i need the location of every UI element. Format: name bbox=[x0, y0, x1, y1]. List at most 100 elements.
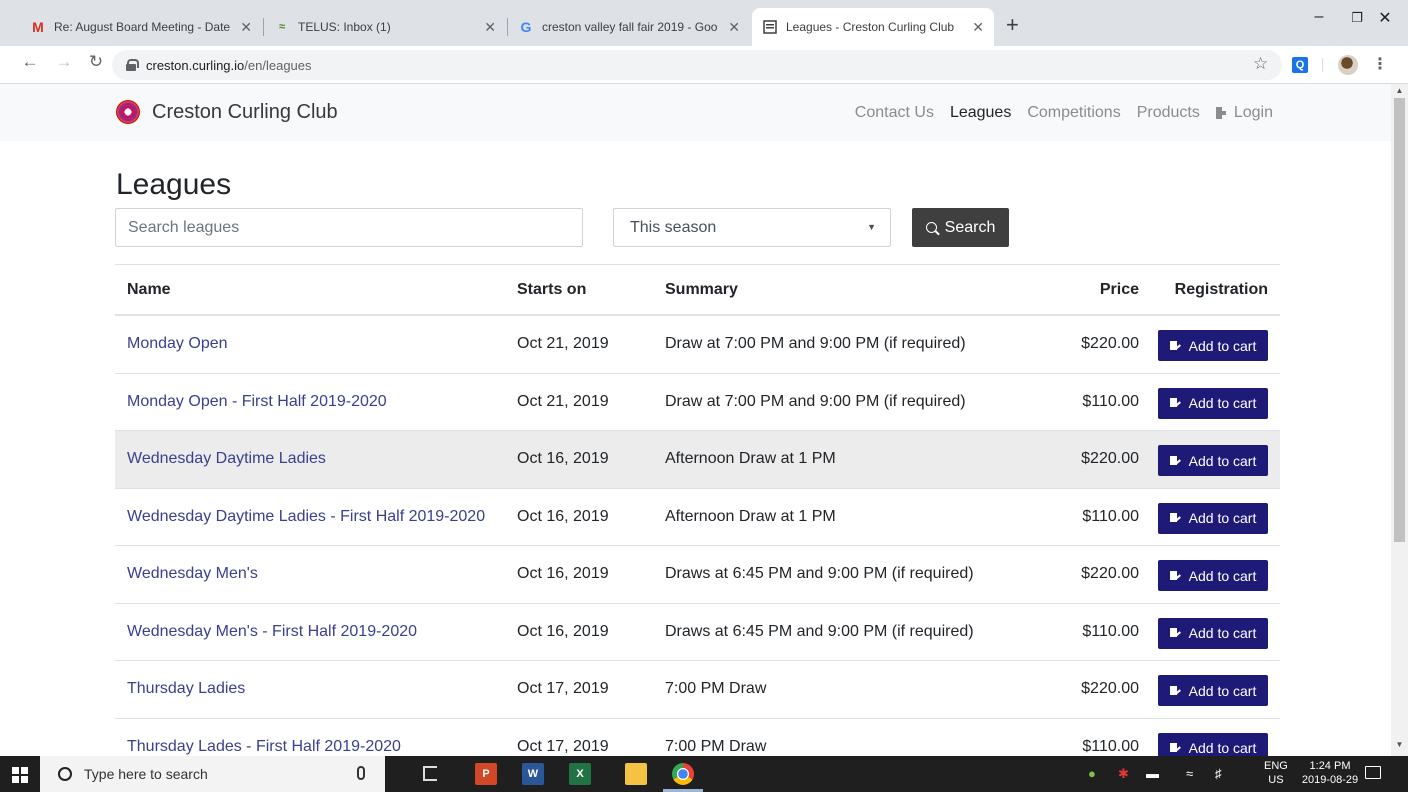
profile-avatar[interactable] bbox=[1338, 55, 1358, 75]
google-icon: G bbox=[520, 19, 532, 35]
url-path: /en/leagues bbox=[244, 57, 312, 73]
page-viewport: Creston Curling Club Contact Us Leagues … bbox=[0, 84, 1391, 756]
taskbar-search-box[interactable]: Type here to search bbox=[40, 756, 385, 792]
telus-icon: ≈ bbox=[278, 21, 286, 33]
add-to-cart-button[interactable]: Add to cart bbox=[1158, 445, 1268, 477]
menu-kebab-icon[interactable]: ⋮ bbox=[1372, 54, 1388, 74]
header-name: Name bbox=[127, 280, 171, 298]
add-to-cart-label: Add to cart bbox=[1188, 452, 1257, 469]
search-button[interactable]: Search bbox=[912, 208, 1009, 247]
price-cell: $220.00 bbox=[1081, 335, 1139, 353]
nav-competitions[interactable]: Competitions bbox=[1027, 104, 1120, 122]
registration-cell: Add to cart bbox=[1141, 500, 1280, 534]
add-to-cart-label: Add to cart bbox=[1188, 395, 1257, 412]
tab-leagues[interactable]: Leagues - Creston Curling Club ✕ bbox=[752, 8, 994, 46]
browser-tab-strip: M Re: August Board Meeting - Date ✕ ≈ TE… bbox=[0, 0, 1408, 46]
league-name-link[interactable]: Wednesday Daytime Ladies bbox=[115, 450, 505, 468]
powerpoint-icon[interactable]: P bbox=[475, 763, 497, 785]
excel-icon[interactable]: X bbox=[569, 763, 591, 785]
league-name-link[interactable]: Wednesday Men's bbox=[115, 565, 505, 583]
season-select-value: This season bbox=[630, 218, 717, 236]
input-language[interactable]: ENG US bbox=[1264, 759, 1288, 787]
windows-taskbar: Type here to search P W X ● ✱ ▬ ≈ ♯ ENG … bbox=[0, 756, 1408, 792]
word-icon[interactable]: W bbox=[522, 763, 544, 785]
forward-icon[interactable]: → bbox=[52, 52, 76, 72]
add-to-cart-button[interactable]: Add to cart bbox=[1158, 330, 1268, 362]
add-to-cart-label: Add to cart bbox=[1188, 740, 1257, 756]
extension-icon[interactable]: Q bbox=[1292, 57, 1308, 73]
nav-products[interactable]: Products bbox=[1137, 104, 1200, 122]
cart-add-icon bbox=[1169, 743, 1181, 753]
table-row: Monday Open - First Half 2019-2020 Oct 2… bbox=[115, 374, 1280, 431]
league-name-link[interactable]: Monday Open - First Half 2019-2020 bbox=[115, 393, 505, 411]
microphone-icon[interactable] bbox=[357, 766, 365, 780]
close-tab-icon[interactable]: ✕ bbox=[484, 19, 496, 36]
file-explorer-icon[interactable] bbox=[625, 763, 647, 785]
header-starts-on: Starts on bbox=[517, 280, 587, 298]
nav-login[interactable]: Login bbox=[1215, 104, 1273, 122]
registration-cell: Add to cart bbox=[1141, 385, 1280, 419]
search-leagues-input[interactable] bbox=[115, 208, 583, 247]
page-icon bbox=[762, 19, 778, 35]
registration-cell: Add to cart bbox=[1141, 557, 1280, 592]
volume-muted-icon[interactable]: ♯ bbox=[1215, 766, 1222, 781]
back-icon[interactable]: ← bbox=[18, 52, 42, 72]
tab-title: Re: August Board Meeting - Date bbox=[54, 20, 231, 34]
league-name-link[interactable]: Monday Open bbox=[115, 335, 505, 353]
brand[interactable]: Creston Curling Club bbox=[116, 100, 338, 124]
league-name-link[interactable]: Thursday Ladies bbox=[115, 680, 505, 698]
page-scrollbar[interactable]: ▲ ▼ bbox=[1391, 84, 1408, 756]
chrome-icon[interactable] bbox=[672, 763, 694, 785]
bookmark-star-icon[interactable]: ☆ bbox=[1253, 54, 1268, 74]
windows-start-icon[interactable] bbox=[12, 767, 28, 783]
table-row: Thursday Lades - First Half 2019-2020 Oc… bbox=[115, 719, 1280, 756]
league-name-link[interactable]: Wednesday Men's - First Half 2019-2020 bbox=[115, 623, 505, 641]
league-name-link[interactable]: Wednesday Daytime Ladies - First Half 20… bbox=[115, 508, 505, 526]
summary-cell: Draws at 6:45 PM and 9:00 PM (if require… bbox=[665, 565, 974, 583]
close-window-icon[interactable]: ✕ bbox=[1362, 8, 1408, 28]
header-registration: Registration bbox=[1174, 280, 1268, 298]
page-title: Leagues bbox=[116, 168, 232, 201]
add-to-cart-button[interactable]: Add to cart bbox=[1158, 560, 1268, 592]
close-tab-icon[interactable]: ✕ bbox=[728, 19, 740, 36]
tab-gmail[interactable]: M Re: August Board Meeting - Date ✕ bbox=[20, 8, 262, 46]
nav-leagues[interactable]: Leagues bbox=[950, 104, 1011, 122]
site-navbar: Creston Curling Club Contact Us Leagues … bbox=[0, 84, 1391, 141]
add-to-cart-label: Add to cart bbox=[1188, 625, 1257, 642]
header-price: Price bbox=[1099, 280, 1139, 298]
task-view-icon[interactable] bbox=[423, 766, 437, 781]
add-to-cart-button[interactable]: Add to cart bbox=[1158, 617, 1268, 649]
new-tab-button[interactable]: + bbox=[1006, 14, 1019, 36]
add-to-cart-button[interactable]: Add to cart bbox=[1158, 387, 1268, 419]
add-to-cart-button[interactable]: Add to cart bbox=[1158, 675, 1268, 707]
antivirus-icon[interactable]: ✱ bbox=[1118, 766, 1129, 782]
add-to-cart-label: Add to cart bbox=[1188, 337, 1257, 354]
add-to-cart-button[interactable]: Add to cart bbox=[1158, 732, 1268, 756]
nav-contact-us[interactable]: Contact Us bbox=[855, 104, 934, 122]
league-name-link[interactable]: Thursday Lades - First Half 2019-2020 bbox=[115, 738, 505, 756]
taskbar-search-placeholder: Type here to search bbox=[84, 766, 208, 782]
reload-icon[interactable]: ↻ bbox=[84, 52, 108, 72]
login-icon bbox=[1215, 107, 1226, 119]
summary-cell: Afternoon Draw at 1 PM bbox=[665, 507, 836, 525]
summary-cell: 7:00 PM Draw bbox=[665, 737, 767, 755]
cart-add-icon bbox=[1169, 398, 1181, 408]
price-cell: $110.00 bbox=[1082, 507, 1139, 525]
scrollbar-thumb[interactable] bbox=[1394, 98, 1405, 542]
scroll-down-icon[interactable]: ▼ bbox=[1391, 740, 1408, 749]
scroll-up-icon[interactable]: ▲ bbox=[1391, 86, 1408, 95]
close-tab-icon[interactable]: ✕ bbox=[972, 19, 984, 36]
security-shield-icon[interactable]: ● bbox=[1088, 766, 1096, 781]
summary-cell: Draw at 7:00 PM and 9:00 PM (if required… bbox=[665, 335, 966, 353]
season-select[interactable]: This season ▼ bbox=[613, 208, 891, 247]
close-tab-icon[interactable]: ✕ bbox=[240, 19, 252, 36]
notification-icon[interactable] bbox=[1365, 766, 1381, 779]
system-clock[interactable]: 1:24 PM 2019-08-29 bbox=[1300, 759, 1360, 787]
add-to-cart-button[interactable]: Add to cart bbox=[1158, 502, 1268, 534]
wifi-icon[interactable]: ≈ bbox=[1186, 766, 1193, 781]
battery-icon[interactable]: ▬ bbox=[1146, 766, 1159, 781]
address-bar[interactable]: creston.curling.io/en/leagues bbox=[112, 50, 1282, 80]
url-host: creston.curling.io bbox=[146, 57, 245, 73]
tab-google[interactable]: G creston valley fall fair 2019 - Goo ✕ bbox=[508, 8, 750, 46]
tab-telus[interactable]: ≈ TELUS: Inbox (1) ✕ bbox=[264, 8, 506, 46]
